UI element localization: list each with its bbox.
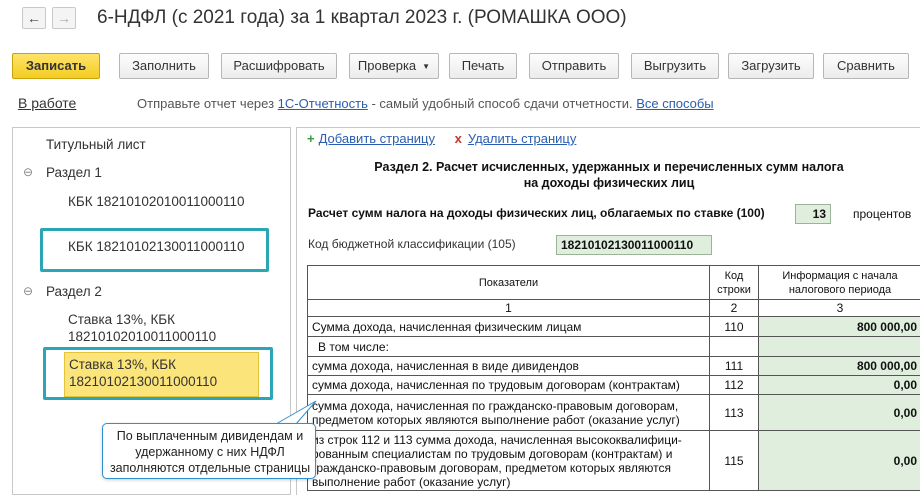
- status-link[interactable]: В работе: [18, 95, 76, 111]
- col-number: 3: [758, 299, 920, 317]
- plus-icon: +: [307, 131, 315, 146]
- header-indicators: Показатели: [307, 265, 710, 300]
- 1c-reporting-link[interactable]: 1С-Отчетность: [278, 96, 368, 111]
- info-text-after: - самый удобный способ сдачи отчетности.: [367, 96, 637, 111]
- rate-1-line2: 18210102010011000110: [68, 329, 217, 344]
- row-value[interactable]: 800 000,00: [758, 316, 920, 337]
- indicators-table: Показатели Код строки Информация с начал…: [307, 265, 920, 491]
- tree-item-title-page[interactable]: Титульный лист: [46, 136, 146, 153]
- rate-unit: процентов: [853, 207, 912, 221]
- delete-icon: x: [454, 131, 462, 146]
- collapse-icon[interactable]: ⊖: [23, 165, 33, 179]
- rate-1-line1: Ставка 13%, КБК: [68, 312, 176, 327]
- back-button[interactable]: ←: [22, 7, 46, 29]
- decode-button[interactable]: Расшифровать: [221, 53, 337, 79]
- col-number: 2: [709, 299, 759, 317]
- rate-2-line1: Ставка 13%, КБК: [69, 357, 177, 372]
- kbk-label: Код бюджетной классификации (105): [308, 237, 516, 251]
- row-code: [709, 336, 759, 357]
- chevron-down-icon: ▼: [422, 61, 431, 71]
- info-text-before: Отправьте отчет через: [137, 96, 278, 111]
- export-button[interactable]: Выгрузить: [631, 53, 719, 79]
- add-page-link[interactable]: Добавить страницу: [319, 131, 435, 146]
- row-code: 115: [709, 430, 759, 491]
- kbk-field[interactable]: 18210102130011000110: [556, 235, 712, 255]
- check-dropdown-button[interactable]: Проверка ▼: [349, 53, 439, 79]
- table-row: сумма дохода, начисленная по гражданско-…: [307, 394, 920, 431]
- callout-text: По выплаченным дивидендам и удержанному …: [109, 429, 311, 475]
- row-code: 111: [709, 356, 759, 376]
- row-label: В том числе:: [307, 336, 710, 357]
- save-button[interactable]: Записать: [12, 53, 100, 79]
- row-label: сумма дохода, начисленная в виде дивиден…: [307, 356, 710, 376]
- info-bar: В работе Отправьте отчет через 1С-Отчетн…: [0, 93, 920, 115]
- row-code: 113: [709, 394, 759, 431]
- info-message: Отправьте отчет через 1С-Отчетность - са…: [137, 96, 714, 111]
- title-bar: ← → 6-НДФЛ (с 2021 года) за 1 квартал 20…: [0, 0, 920, 40]
- row-label: сумма дохода, начисленная по трудовым до…: [307, 375, 710, 395]
- col-number: 1: [307, 299, 710, 317]
- forward-button[interactable]: →: [52, 7, 76, 29]
- table-row: сумма дохода, начисленная по трудовым до…: [307, 375, 920, 395]
- table-header-row: Показатели Код строки Информация с начал…: [307, 265, 920, 300]
- table-row: сумма дохода, начисленная в виде дивиден…: [307, 356, 920, 376]
- header-code: Код строки: [709, 265, 759, 300]
- table-row: Сумма дохода, начисленная физическим лиц…: [307, 316, 920, 337]
- rate-field[interactable]: 13: [795, 204, 831, 224]
- row-value[interactable]: 0,00: [758, 375, 920, 395]
- column-numbers-row: 1 2 3: [307, 299, 920, 317]
- row-label: сумма дохода, начисленная по гражданско-…: [307, 394, 710, 431]
- check-button-label: Проверка: [357, 58, 417, 73]
- tree-item-rate-2-selected[interactable]: Ставка 13%, КБК 18210102130011000110: [64, 352, 259, 397]
- row-value: [758, 336, 920, 357]
- report-form-panel: + Добавить страницу x Удалить страницу Раз…: [296, 127, 920, 495]
- rate-2-line2: 18210102130011000110: [69, 374, 218, 389]
- row-code: 112: [709, 375, 759, 395]
- header-info: Информация с начала налогового периода: [758, 265, 920, 300]
- tree-item-kbk-1[interactable]: КБК 18210102010011000110: [68, 193, 245, 210]
- row-value[interactable]: 0,00: [758, 394, 920, 431]
- section-title-line1: Раздел 2. Расчет исчисленных, удержанных…: [374, 160, 844, 174]
- section-title-line2: на доходы физических лиц: [523, 176, 695, 190]
- all-methods-link[interactable]: Все способы: [636, 96, 713, 111]
- forward-arrow-icon: →: [57, 10, 71, 26]
- tree-item-section-2[interactable]: Раздел 2: [46, 283, 102, 300]
- section-title: Раздел 2. Расчет исчисленных, удержанных…: [297, 159, 920, 191]
- window-title: 6-НДФЛ (с 2021 года) за 1 квартал 2023 г…: [97, 7, 627, 28]
- row-code: 110: [709, 316, 759, 337]
- toolbar: Записать Заполнить Расшифровать Проверка…: [0, 53, 920, 81]
- row-label: из строк 112 и 113 сумма дохода, начисле…: [307, 430, 710, 491]
- hint-callout: По выплаченным дивидендам и удержанному …: [102, 423, 316, 479]
- import-button[interactable]: Загрузить: [728, 53, 814, 79]
- table-row: В том числе:: [307, 336, 920, 357]
- tree-item-kbk-2[interactable]: КБК 18210102130011000110: [68, 238, 245, 255]
- row-value[interactable]: 0,00: [758, 430, 920, 491]
- tree-item-rate-1[interactable]: Ставка 13%, КБК 18210102010011000110: [68, 311, 216, 345]
- back-arrow-icon: ←: [27, 10, 41, 26]
- table-row: из строк 112 и 113 сумма дохода, начисле…: [307, 430, 920, 491]
- fill-button[interactable]: Заполнить: [119, 53, 209, 79]
- rate-label: Расчет сумм налога на доходы физических …: [308, 206, 765, 220]
- page-actions: + Добавить страницу x Удалить страницу: [307, 131, 576, 146]
- collapse-icon[interactable]: ⊖: [23, 284, 33, 298]
- print-button[interactable]: Печать: [449, 53, 517, 79]
- row-value[interactable]: 800 000,00: [758, 356, 920, 376]
- compare-button[interactable]: Сравнить: [823, 53, 909, 79]
- tree-item-section-1[interactable]: Раздел 1: [46, 164, 102, 181]
- row-label: Сумма дохода, начисленная физическим лиц…: [307, 316, 710, 337]
- send-button[interactable]: Отправить: [529, 53, 619, 79]
- delete-page-link[interactable]: Удалить страницу: [468, 131, 577, 146]
